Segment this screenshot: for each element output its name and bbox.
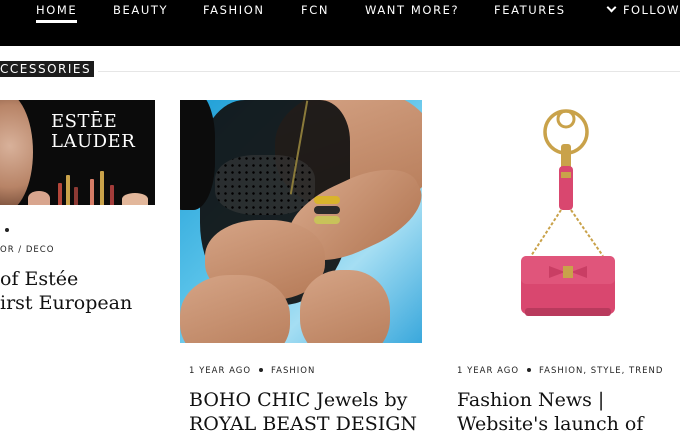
compact bbox=[28, 191, 50, 205]
meta-separator bbox=[259, 368, 264, 372]
bracelet bbox=[314, 216, 340, 224]
follow-menu[interactable]: FOLLOW bbox=[606, 2, 680, 17]
bracelet bbox=[314, 196, 340, 204]
card-image-pink-bag[interactable] bbox=[457, 100, 667, 343]
hip bbox=[300, 270, 390, 343]
title-line: of Estée bbox=[0, 268, 79, 290]
bracelet bbox=[314, 206, 340, 214]
lipstick bbox=[66, 175, 70, 205]
title-line: irst European bbox=[0, 292, 133, 314]
nav-item-fcn[interactable]: FCN bbox=[301, 3, 329, 17]
card-meta: 1 YEAR AGO FASHION bbox=[189, 366, 315, 376]
lipstick bbox=[110, 185, 114, 205]
lipstick bbox=[74, 187, 78, 205]
post-time: 1 YEAR AGO bbox=[189, 366, 252, 376]
title-line: BOHO CHIC Jewels by bbox=[189, 389, 408, 411]
card-image-boho-jewels[interactable] bbox=[180, 100, 422, 343]
meta-separator bbox=[527, 368, 532, 372]
brand-line: ESTĒE bbox=[51, 111, 118, 132]
nav-item-beauty[interactable]: BEAUTY bbox=[113, 3, 168, 17]
lipstick bbox=[90, 179, 94, 205]
meta-dot bbox=[5, 228, 9, 232]
card-meta: 1 YEAR AGO FASHION, STYLE, TREND bbox=[457, 366, 663, 376]
top-nav-bar: HOME BEAUTY FASHION FCN WANT MORE? FEATU… bbox=[0, 0, 680, 46]
title-line: ROYAL BEAST DESIGN bbox=[189, 413, 418, 435]
card-title[interactable]: of Estée irst European bbox=[0, 267, 132, 315]
card-title[interactable]: Fashion News | Website's launch of bbox=[457, 388, 643, 436]
brand-line: LAUDER bbox=[51, 131, 136, 152]
bag-keychain-illustration bbox=[521, 109, 615, 316]
section-divider bbox=[98, 71, 680, 72]
chevron-down-icon bbox=[606, 2, 617, 13]
title-line: Fashion News | bbox=[457, 389, 605, 411]
post-time: 1 YEAR AGO bbox=[457, 366, 520, 376]
nav-item-want-more[interactable]: WANT MORE? bbox=[365, 3, 459, 17]
compact bbox=[122, 193, 148, 205]
nav-item-features[interactable]: FEATURES bbox=[494, 3, 566, 17]
lipstick bbox=[100, 171, 104, 205]
leg bbox=[180, 275, 290, 343]
lipstick bbox=[58, 183, 62, 205]
nav-item-home[interactable]: HOME bbox=[36, 3, 78, 23]
card-title[interactable]: BOHO CHIC Jewels by ROYAL BEAST DESIGN bbox=[189, 388, 417, 436]
follow-label: FOLLOW bbox=[623, 3, 680, 17]
post-category-link[interactable]: FASHION bbox=[271, 366, 315, 376]
post-category-link[interactable]: FASHION, STYLE, TREND bbox=[539, 366, 663, 376]
model-face bbox=[0, 100, 33, 205]
title-line: Website's launch of bbox=[457, 413, 644, 435]
swimsuit-mesh bbox=[215, 155, 315, 215]
section-label: CCESSORIES bbox=[0, 61, 95, 77]
brand-logo-text: ESTĒE LAUDER bbox=[51, 112, 135, 152]
nav-item-fashion[interactable]: FASHION bbox=[203, 3, 265, 17]
card-meta[interactable]: OR / DECO bbox=[0, 245, 54, 255]
